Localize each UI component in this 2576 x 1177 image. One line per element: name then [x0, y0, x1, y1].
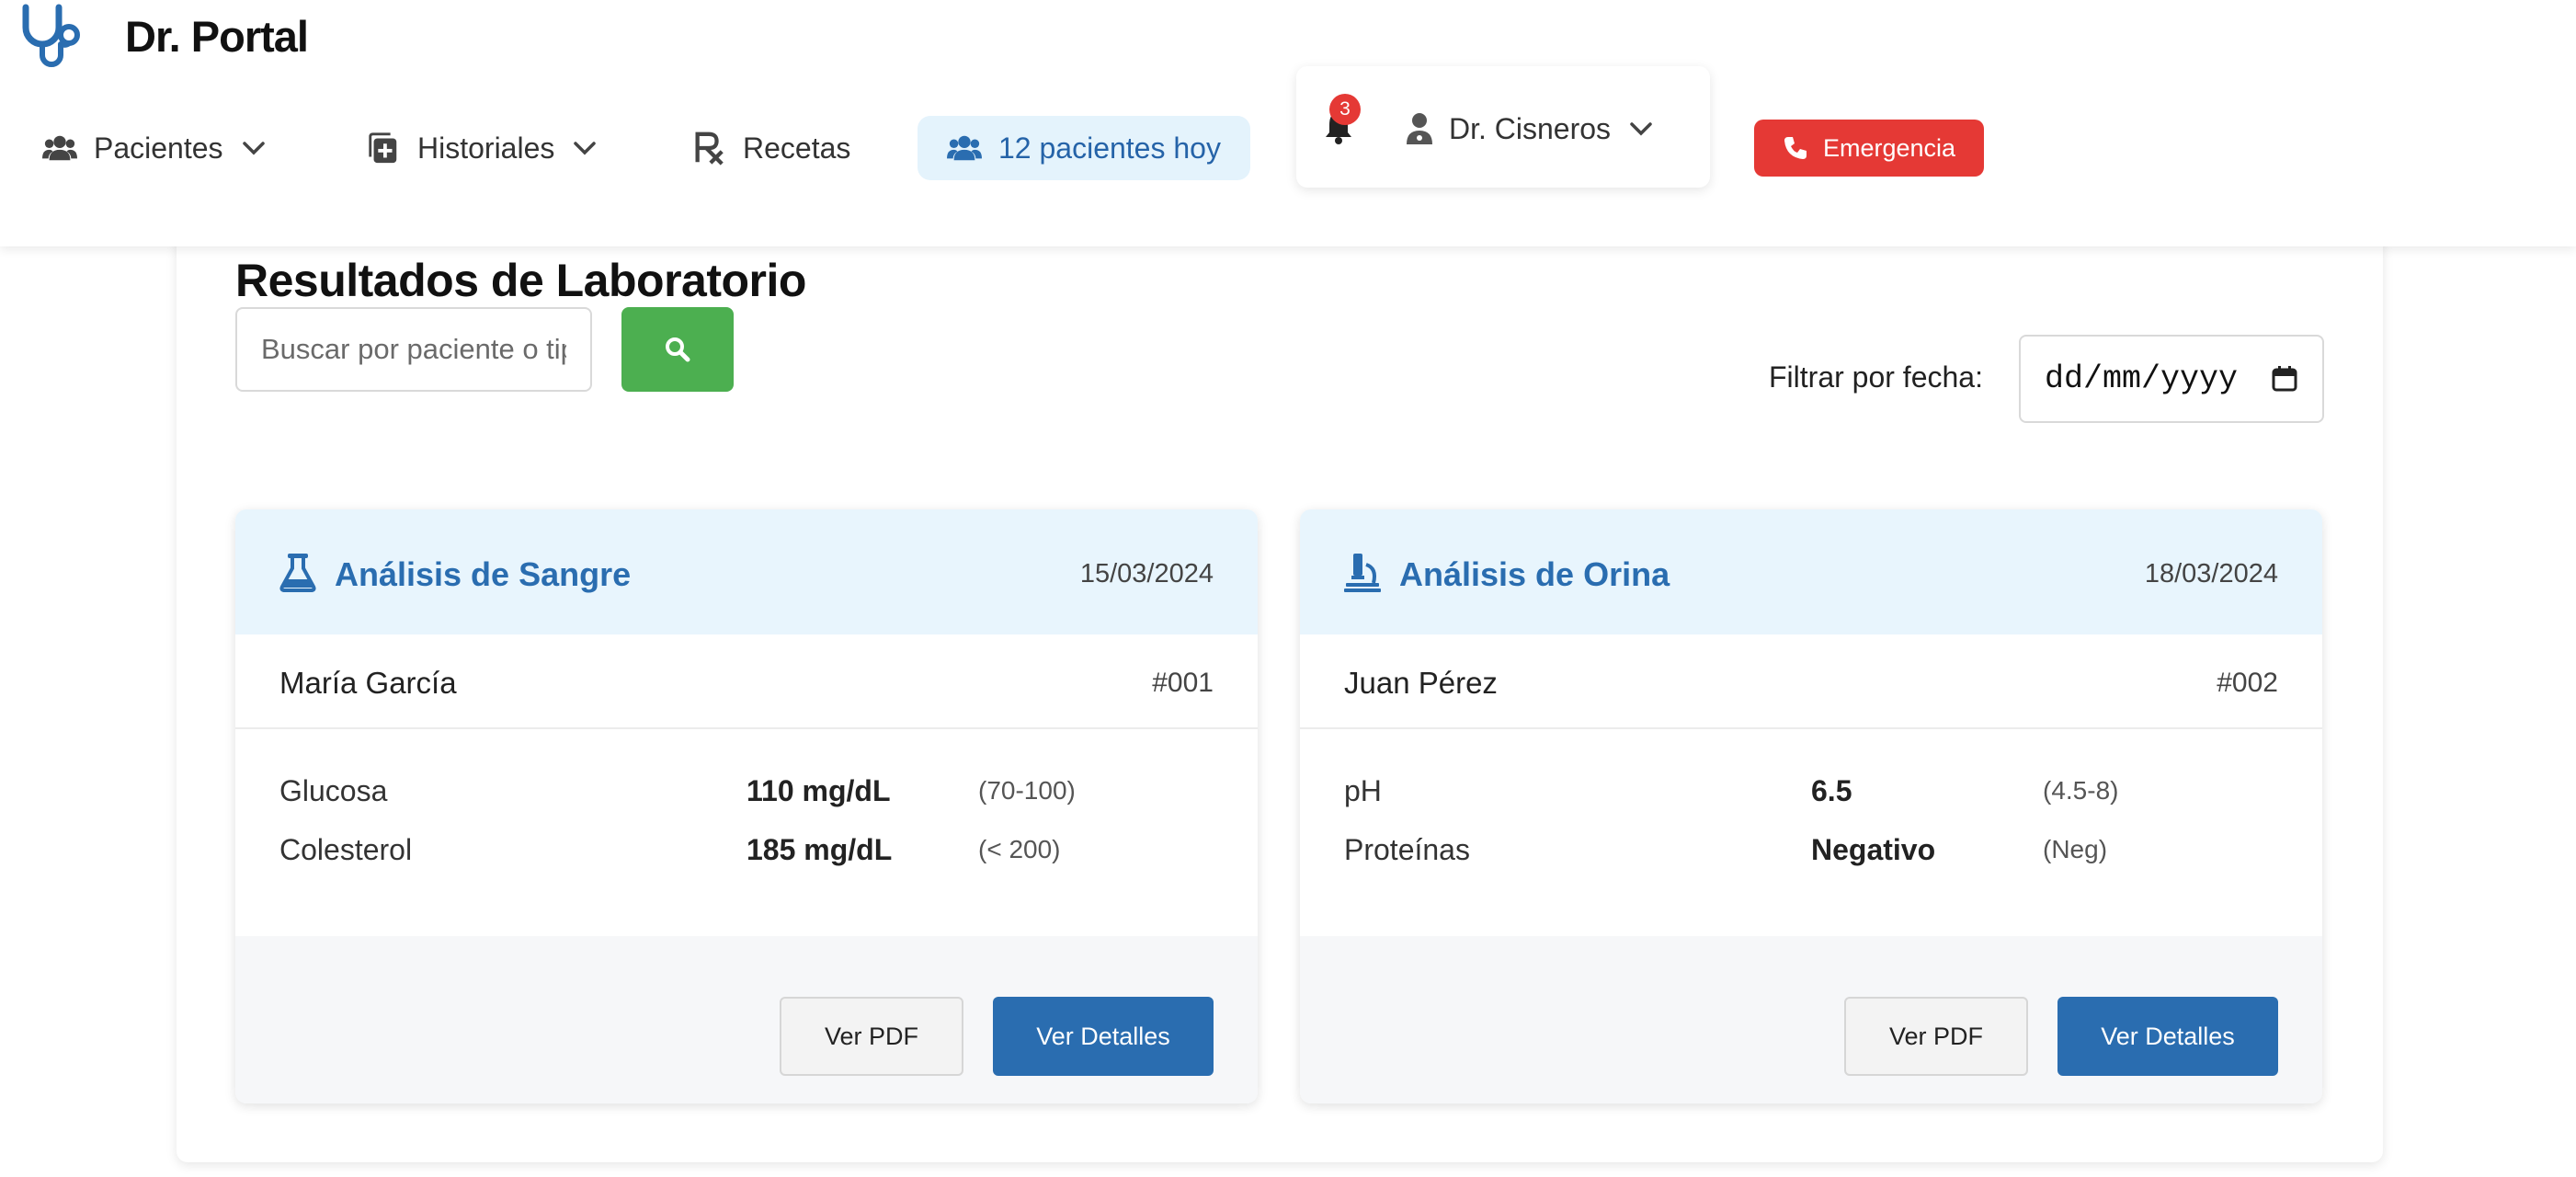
view-pdf-button[interactable]: Ver PDF [780, 997, 963, 1076]
result-value: 6.5 [1811, 774, 1852, 807]
prescription-icon [695, 131, 724, 166]
date-placeholder: dd/mm/yyyy [2045, 360, 2239, 397]
divider [235, 727, 1258, 729]
user-doctor-icon [1407, 113, 1432, 144]
result-name: Colesterol [279, 833, 413, 866]
notification-count-badge: 3 [1329, 94, 1361, 125]
chevron-down-icon [1630, 122, 1652, 136]
emergency-label: Emergencia [1822, 133, 1956, 162]
app-title: Dr. Portal [125, 11, 309, 61]
logo[interactable]: Dr. Portal [17, 4, 309, 68]
result-value: 185 mg/dL [747, 833, 893, 866]
card-header: Análisis de Sangre 15/03/2024 [235, 509, 1258, 634]
lab-result-card: Análisis de Orina 18/03/2024 Juan Pérez … [1300, 509, 2322, 1103]
result-name: Glucosa [279, 774, 388, 807]
users-icon [947, 135, 982, 161]
file-medical-icon [369, 132, 397, 164]
date-filter-input[interactable]: dd/mm/yyyy [2019, 335, 2324, 423]
result-id: #001 [1152, 668, 1214, 698]
result-range: (70-100) [978, 776, 1076, 805]
result-value: 110 mg/dL [747, 774, 891, 807]
emergency-button[interactable]: Emergencia [1754, 120, 1984, 177]
result-name: Proteínas [1344, 833, 1470, 866]
view-details-button[interactable]: Ver Detalles [993, 997, 1214, 1076]
nav-label: Historiales [417, 131, 555, 165]
view-pdf-button[interactable]: Ver PDF [1844, 997, 2028, 1076]
divider [1300, 727, 2322, 729]
patients-today-badge[interactable]: 12 pacientes hoy [918, 116, 1250, 180]
flask-icon [279, 554, 316, 592]
microscope-icon [1344, 554, 1381, 592]
search-button[interactable] [621, 307, 734, 392]
chevron-down-icon [242, 142, 265, 155]
nav-recetas[interactable]: Recetas [691, 116, 850, 180]
result-row: pH 6.5 (4.5-8) [1344, 774, 2282, 817]
result-row: Glucosa 110 mg/dL (70-100) [279, 774, 1217, 817]
user-menu[interactable]: Dr. Cisneros [1405, 101, 1655, 156]
result-name: pH [1344, 774, 1382, 807]
search-input[interactable] [235, 307, 592, 392]
calendar-icon[interactable] [2271, 365, 2298, 393]
search-icon [666, 337, 690, 362]
view-details-button[interactable]: Ver Detalles [2057, 997, 2278, 1076]
card-title: Análisis de Orina [1399, 555, 1670, 593]
result-row: Proteínas Negativo (Neg) [1344, 833, 2282, 875]
result-id: #002 [2217, 668, 2278, 698]
top-header: Dr. Portal Pacientes Historiales Recetas [0, 0, 2576, 246]
user-name-label: Dr. Cisneros [1449, 111, 1612, 145]
nav-pacientes[interactable]: Pacientes [42, 116, 268, 180]
date-filter-label: Filtrar por fecha: [1769, 360, 1983, 394]
patients-today-label: 12 pacientes hoy [998, 131, 1221, 165]
stethoscope-icon [22, 4, 80, 67]
users-icon [42, 135, 77, 161]
user-panel: 3 Dr. Cisneros [1296, 66, 1710, 188]
card-date: 15/03/2024 [1079, 559, 1214, 588]
patient-name: Juan Pérez [1344, 666, 1498, 700]
phone-icon [1784, 137, 1807, 159]
result-range: (< 200) [978, 835, 1061, 863]
result-row: Colesterol 185 mg/dL (< 200) [279, 833, 1217, 875]
card-header: Análisis de Orina 18/03/2024 [1300, 509, 2322, 634]
card-date: 18/03/2024 [2144, 559, 2278, 588]
card-title: Análisis de Sangre [335, 555, 632, 593]
result-range: (4.5-8) [2043, 776, 2119, 805]
lab-result-card: Análisis de Sangre 15/03/2024 María Garc… [235, 509, 1258, 1103]
card-footer: Ver PDF Ver Detalles [235, 936, 1258, 1103]
nav-label: Pacientes [94, 131, 223, 165]
nav-label: Recetas [743, 131, 851, 165]
chevron-down-icon [574, 142, 597, 155]
page-title: Resultados de Laboratorio [235, 255, 806, 306]
patient-name: María García [279, 666, 457, 700]
nav-historiales[interactable]: Historiales [366, 116, 598, 180]
result-value: Negativo [1811, 833, 1936, 866]
result-range: (Neg) [2043, 835, 2108, 863]
card-footer: Ver PDF Ver Detalles [1300, 936, 2322, 1103]
